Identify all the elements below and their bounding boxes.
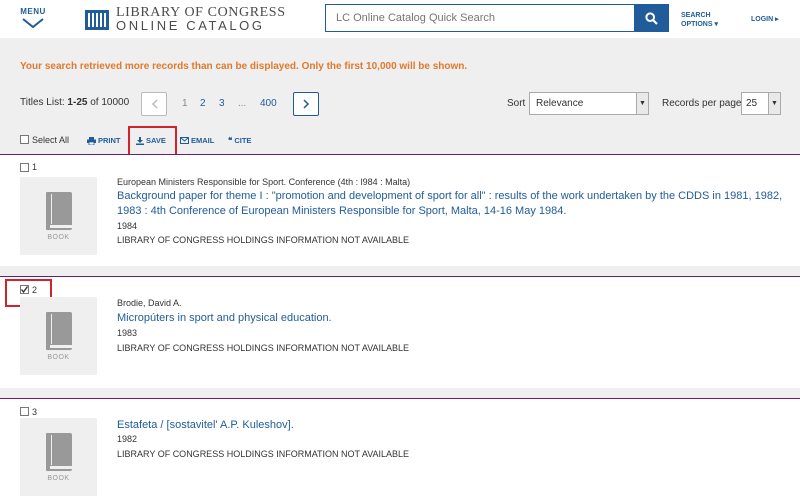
dropdown-arrow-icon: ▼ [768, 93, 780, 114]
record-3-thumbnail[interactable]: BOOK [20, 418, 97, 496]
cite-button[interactable]: ❝ CITE [228, 136, 251, 145]
chevron-down-icon [22, 18, 44, 28]
titles-list-count: Titles List: 1-25 of 10000 [20, 97, 129, 108]
dropdown-arrow-icon: ▼ [636, 93, 648, 114]
envelope-icon [180, 137, 189, 144]
sort-value: Relevance [536, 98, 584, 109]
chevron-right-icon [302, 99, 309, 109]
quick-search-input[interactable] [326, 5, 634, 31]
titles-list-suffix: of 10000 [87, 97, 130, 108]
quote-icon: ❝ [228, 136, 233, 145]
pagination-ellipsis: ... [238, 98, 247, 109]
record-1-holdings: LIBRARY OF CONGRESS HOLDINGS INFORMATION… [117, 235, 410, 245]
record-3-date: 1982 [117, 434, 138, 444]
record-1-number: 1 [32, 162, 38, 172]
record-3-holdings: LIBRARY OF CONGRESS HOLDINGS INFORMATION… [117, 449, 410, 459]
select-all-checkbox[interactable] [20, 135, 29, 144]
record-2-title-link[interactable]: Micropúters in sport and physical educat… [117, 311, 787, 326]
book-icon [45, 191, 72, 230]
record-3-title-link[interactable]: Estafeta / [sostavitel' A.P. Kuleshov]. [117, 418, 787, 433]
record-1-author: European Ministers Responsible for Sport… [117, 177, 411, 187]
logo-line2: ONLINE CATALOG [116, 18, 265, 33]
page-400-link[interactable]: 400 [260, 98, 277, 109]
email-button[interactable]: EMAIL [180, 136, 214, 145]
print-label: PRINT [98, 136, 121, 145]
records-per-page-value: 25 [746, 98, 758, 109]
titles-list-range: 1-25 [67, 97, 88, 108]
cite-label: CITE [234, 136, 252, 145]
site-header: MENU LIBRARY OF CONGRESS ONLINE CATALOG … [0, 0, 800, 38]
print-button[interactable]: PRINT [87, 136, 121, 145]
quick-search-box[interactable] [325, 4, 635, 32]
record-3-number: 3 [32, 407, 38, 417]
record-1-title-link[interactable]: Background paper for theme I : "promotio… [117, 189, 787, 219]
records-per-page-label: Records per page [662, 98, 742, 109]
record-1-checkbox[interactable] [20, 163, 29, 172]
page-3-link[interactable]: 3 [219, 98, 225, 109]
sort-label: Sort [507, 98, 526, 109]
library-logo-icon [85, 10, 109, 30]
record-separator [0, 266, 800, 276]
record-3-checkbox[interactable] [20, 407, 29, 416]
record-1-thumbnail[interactable]: BOOK [20, 177, 97, 255]
record-3-format: BOOK [47, 474, 70, 482]
record-separator [0, 388, 800, 398]
record-1-format: BOOK [47, 233, 70, 241]
search-button[interactable] [634, 4, 669, 32]
search-icon [645, 11, 658, 25]
loc-logo[interactable]: LIBRARY OF CONGRESS ONLINE CATALOG [84, 4, 286, 34]
page-1-link[interactable]: 1 [182, 98, 188, 109]
page-2-link[interactable]: 2 [200, 98, 206, 109]
sort-select[interactable]: Relevance ▼ [529, 92, 649, 115]
search-options-line2: OPTIONS ▾ [681, 21, 718, 28]
record-2-thumbnail[interactable]: BOOK [20, 297, 97, 375]
record-1-date: 1984 [117, 221, 138, 231]
record-2-holdings: LIBRARY OF CONGRESS HOLDINGS INFORMATION… [117, 343, 410, 353]
save-highlight-box [128, 126, 177, 156]
pagination-prev-button[interactable] [141, 92, 167, 116]
pagination-next-button[interactable] [293, 92, 319, 116]
printer-icon [87, 136, 96, 145]
chevron-left-icon [151, 99, 158, 109]
search-options-line1: SEARCH [681, 12, 711, 19]
menu-button[interactable]: MENU [18, 7, 48, 28]
book-icon [45, 311, 72, 350]
record-2-format: BOOK [47, 353, 70, 361]
results-limit-notice: Your search retrieved more records than … [20, 61, 468, 72]
book-icon [45, 432, 72, 471]
result-record-3 [0, 399, 800, 496]
search-options-link[interactable]: SEARCH OPTIONS ▾ [681, 11, 718, 29]
titles-list-prefix: Titles List: [20, 97, 68, 108]
menu-label: MENU [20, 7, 46, 16]
email-label: EMAIL [191, 136, 215, 145]
record-2-author: Brodie, David A. [117, 298, 182, 308]
login-link[interactable]: LOGIN ▸ [751, 15, 779, 23]
select-all-label: Select All [32, 135, 70, 145]
records-per-page-select[interactable]: 25 ▼ [741, 92, 781, 115]
record-2-date: 1983 [117, 328, 138, 338]
